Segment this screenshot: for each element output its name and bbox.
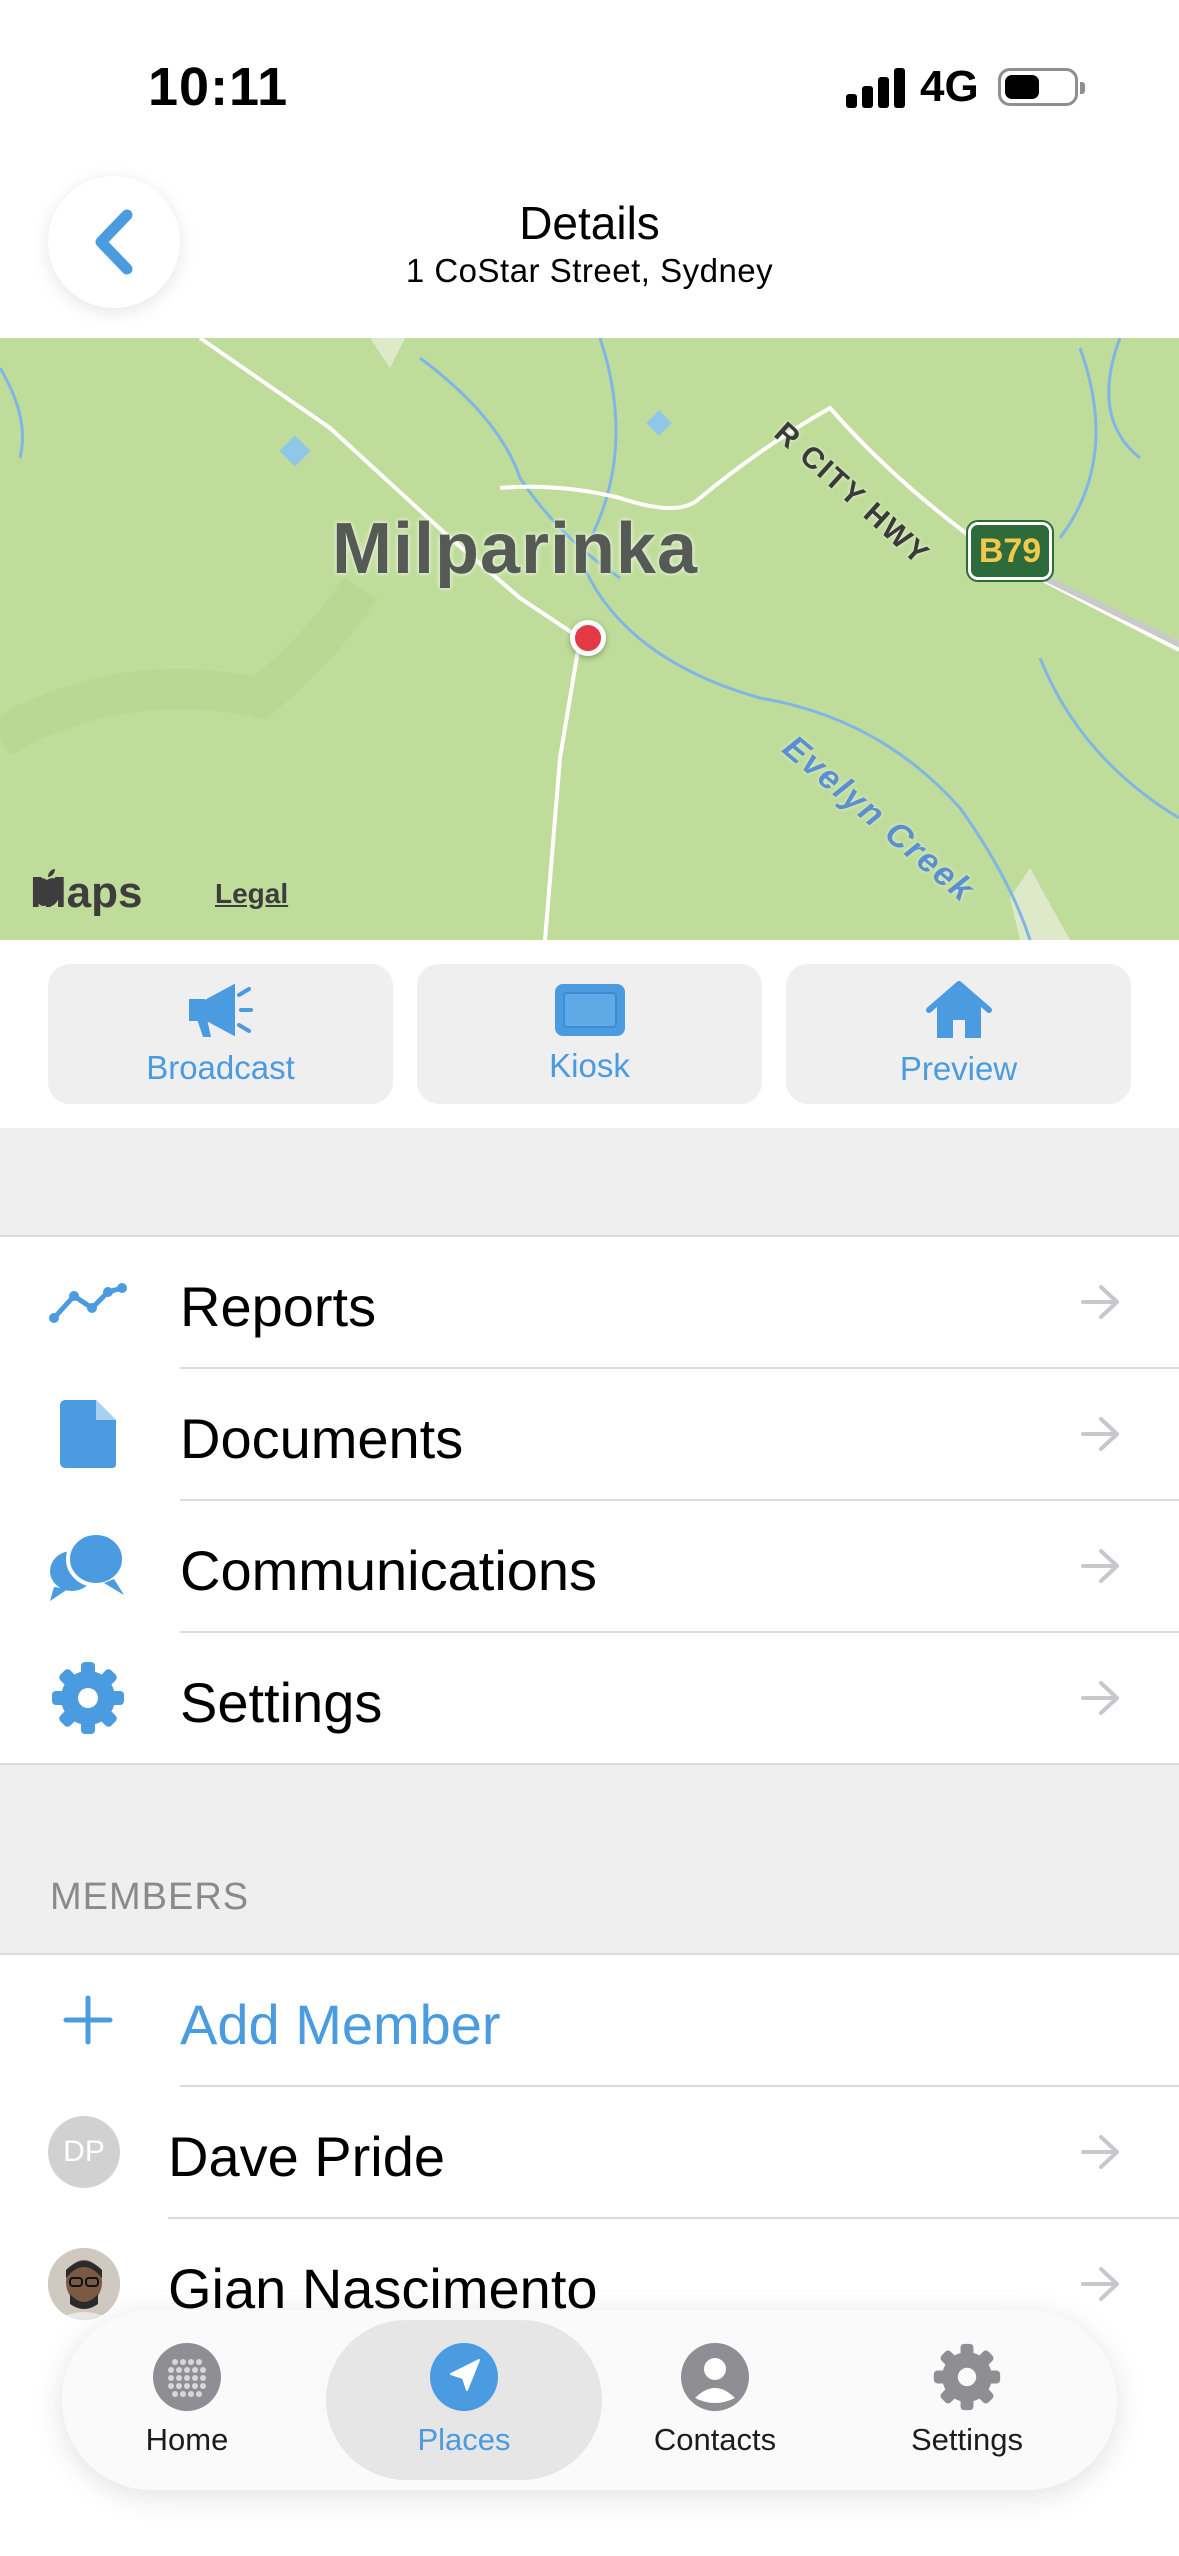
broadcast-button[interactable]: Broadcast <box>48 964 393 1104</box>
preview-label: Preview <box>899 1050 1018 1087</box>
kiosk-button[interactable]: Kiosk <box>417 964 762 1104</box>
status-time: 10:11 <box>148 57 289 117</box>
members-section-header: MEMBERS <box>50 1876 250 1918</box>
menu-item-communications[interactable]: Communications <box>0 1500 1179 1632</box>
person-icon <box>681 2343 749 2411</box>
menu-item-documents[interactable]: Documents <box>0 1368 1179 1500</box>
tab-label: Settings <box>910 2422 1023 2457</box>
apple-logo-icon <box>33 869 61 906</box>
tab-contacts[interactable]: Contacts <box>590 2320 840 2480</box>
document-icon <box>46 1368 130 1500</box>
map-route-shield: B79 <box>966 520 1054 582</box>
location-arrow-icon <box>430 2343 498 2411</box>
arrow-right-icon <box>1081 2267 1119 2301</box>
tab-bar: Home Places Contacts Settings <box>62 2310 1117 2490</box>
member-name: Dave Pride <box>168 2125 446 2188</box>
tab-label: Contacts <box>653 2422 777 2457</box>
menu-item-reports[interactable]: Reports <box>0 1236 1179 1368</box>
page-subtitle: 1 CoStar Street, Sydney <box>405 252 774 289</box>
tab-places[interactable]: Places <box>326 2320 602 2480</box>
section-spacer <box>0 1128 1179 1236</box>
menu-item-label: Communications <box>180 1539 598 1602</box>
menu-item-settings[interactable]: Settings <box>0 1632 1179 1764</box>
megaphone-icon <box>188 983 253 1037</box>
menu-item-label: Settings <box>180 1671 383 1734</box>
add-member-button[interactable]: Add Member <box>0 1954 1179 2086</box>
page-title: Details <box>519 197 660 249</box>
arrow-right-icon <box>1081 2135 1119 2169</box>
menu-item-label: Reports <box>180 1275 377 1338</box>
battery-icon <box>998 68 1085 106</box>
avatar <box>48 2248 120 2320</box>
cellular-signal-icon <box>846 66 906 108</box>
house-icon <box>925 981 992 1038</box>
member-row[interactable]: DP Dave Pride <box>0 2086 1179 2218</box>
plus-icon <box>46 1954 130 2086</box>
preview-button[interactable]: Preview <box>786 964 1131 1104</box>
gear-icon <box>933 2343 1001 2411</box>
arrow-right-icon <box>1081 1285 1119 1319</box>
home-dots-icon <box>153 2343 221 2411</box>
tab-label: Places <box>417 2422 511 2457</box>
tab-home[interactable]: Home <box>62 2320 312 2480</box>
map-town-label: Milparinka <box>332 509 699 589</box>
kiosk-label: Kiosk <box>549 1047 630 1084</box>
broadcast-label: Broadcast <box>146 1049 295 1086</box>
tab-settings[interactable]: Settings <box>842 2320 1092 2480</box>
gear-icon <box>46 1632 130 1764</box>
chat-bubbles-icon <box>46 1500 130 1632</box>
maps-logo: Maps <box>30 868 142 918</box>
kiosk-screen-icon <box>554 984 625 1036</box>
map-view[interactable]: Milparinka R CITY HWY B79 Evelyn Creek M… <box>0 338 1179 940</box>
arrow-right-icon <box>1081 1417 1119 1451</box>
network-type: 4G <box>920 62 979 111</box>
map-pin-icon[interactable] <box>570 620 606 656</box>
menu-item-label: Documents <box>180 1407 464 1470</box>
members-section-header-bg <box>0 1765 1179 1954</box>
avatar: DP <box>48 2116 120 2188</box>
tab-label: Home <box>145 2422 229 2457</box>
arrow-right-icon <box>1081 1681 1119 1715</box>
add-member-label: Add Member <box>180 1993 501 2056</box>
map-legal-link[interactable]: Legal <box>215 878 288 910</box>
status-bar: 10:11 4G <box>0 0 1179 170</box>
chart-line-icon <box>46 1236 130 1368</box>
action-buttons: Broadcast Kiosk Preview <box>48 964 1131 1104</box>
arrow-right-icon <box>1081 1549 1119 1583</box>
